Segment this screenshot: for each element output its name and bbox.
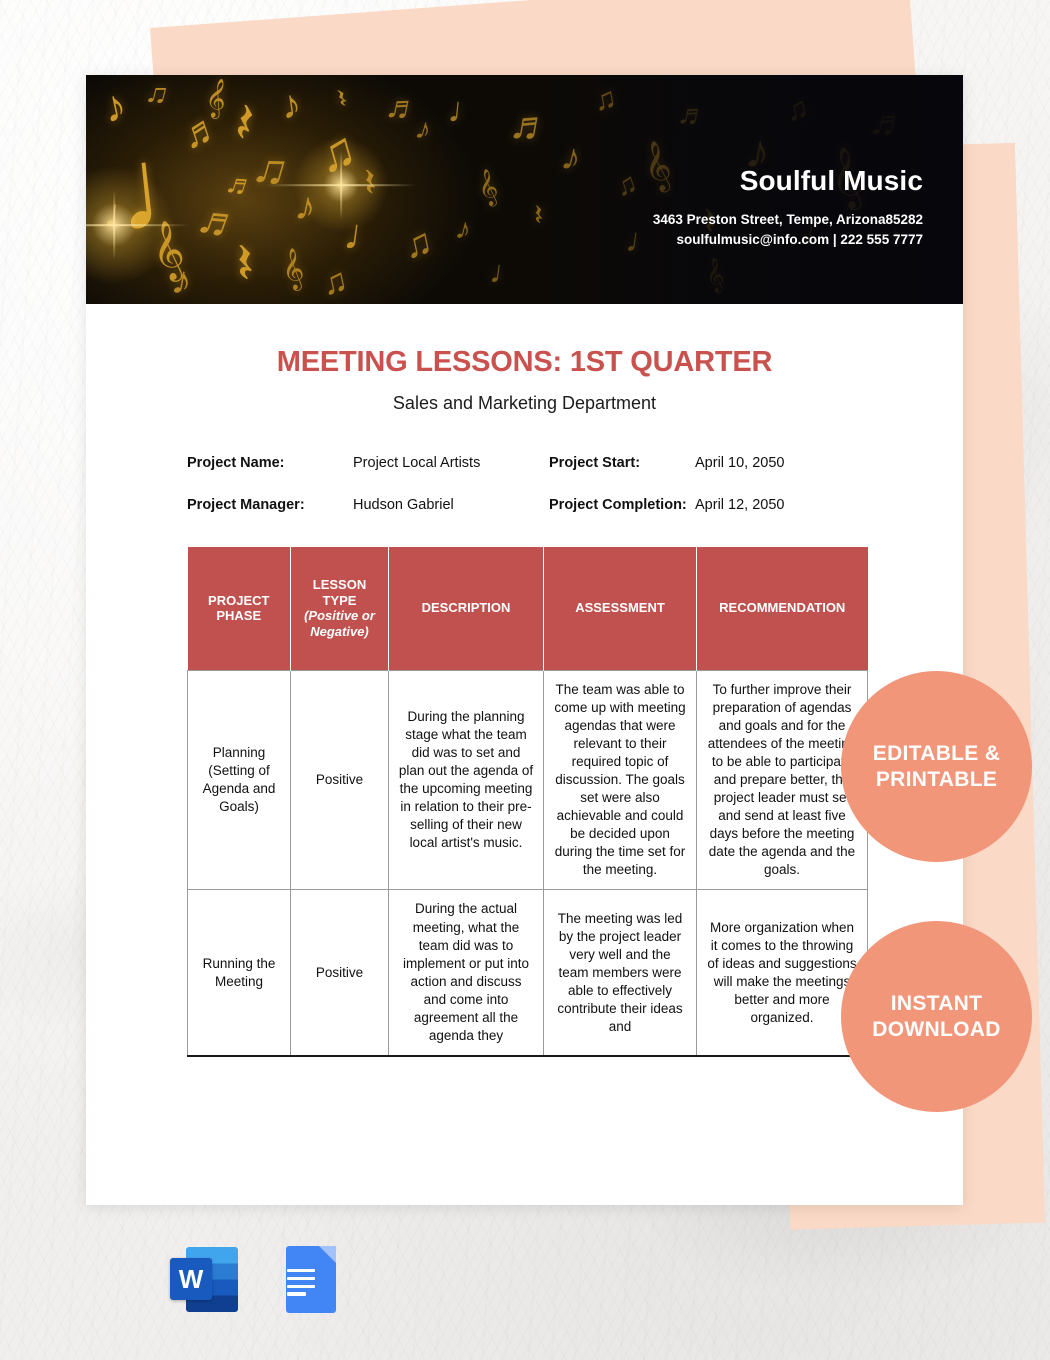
music-note-glyph: ♩ [487,252,525,294]
company-address: 3463 Preston Street, Tempe, Arizona85282 [652,212,923,227]
music-note-glyph: ♩ [101,191,147,239]
column-header-label: LESSON TYPE [312,576,367,608]
lessons-learned-table: PROJECT PHASE LESSON TYPE (Positive or N… [187,547,868,1058]
gdocs-text-lines [287,1269,315,1300]
column-header-label: ASSESSMENT [575,600,665,616]
table-header-row: PROJECT PHASE LESSON TYPE (Positive or N… [187,547,868,671]
project-manager-label: Project Manager: [187,496,305,513]
file-format-icons: W [168,1244,346,1314]
music-note-glyph: ♫ [399,220,437,268]
music-note-glyph: ♪ [99,80,131,133]
music-note-glyph: 𝄽 [230,89,259,156]
company-name: Soulful Music [739,165,923,196]
project-name-label: Project Name: [187,455,285,471]
badge-label: EDITABLE & PRINTABLE [872,741,1001,791]
document-page: ♪♫♩𝄞♬𝄽♪♫♩𝄞♬𝄽♪♫♩𝄞♬𝄽♪♫♩𝄞♬𝄽♪♫♩𝄞♬𝄽♪♫♩𝄞♬𝄽♪♫♩𝄞… [86,75,963,1205]
company-contact: soulfulmusic@info.com | 222 555 7777 [676,231,923,247]
project-meta-grid: Project Name: Project Local Artists Proj… [187,454,877,515]
music-note-glyph: ♫ [142,75,173,113]
cell-lesson-type: Positive [290,669,389,891]
project-start-value: April 10, 2050 [695,455,785,471]
editable-printable-badge[interactable]: EDITABLE & PRINTABLE [841,671,1032,862]
music-note-glyph: 𝄞 [473,167,501,207]
project-completion-value: April 12, 2050 [695,496,785,513]
music-note-glyph: ♩ [446,88,487,133]
page-subtitle: Sales and Marketing Department [392,393,657,413]
project-manager-value: Hudson Gabriel [353,496,454,513]
music-note-glyph: 𝄽 [360,160,380,206]
music-note-glyph: 𝄽 [232,230,258,297]
column-header-project-phase: PROJECT PHASE [187,547,291,671]
table-row: Planning (Setting of Agenda and Goals) P… [187,669,868,891]
column-header-label: RECOMMENDATION [719,600,846,616]
column-header-lesson-type: LESSON TYPE (Positive or Negative) [290,547,389,671]
table-row: Running the Meeting Positive During the … [187,889,868,1058]
column-header-description: DESCRIPTION [388,547,544,671]
cell-description: During the actual meeting, what the team… [388,889,544,1058]
music-note-glyph: 𝄞 [278,246,307,291]
music-note-glyph: ♪ [278,81,304,129]
gdocs-corner-fold [319,1246,336,1263]
music-note-glyph: ♪ [291,183,321,231]
music-note-glyph: ♩ [340,209,392,264]
column-header-recommendation: RECOMMENDATION [696,547,868,671]
document-body: MEETING LESSONS: 1ST QUARTER Sales and M… [86,304,963,1058]
company-identity-block: Soulful Music 3463 Preston Street, Tempe… [653,165,923,249]
column-header-sublabel: (Positive or Negative) [304,608,375,640]
word-letter-tile: W [170,1258,212,1300]
cell-description: During the planning stage what the team … [388,669,544,891]
cell-assessment: The meeting was led by the project leade… [543,889,697,1058]
project-start-label: Project Start: [549,455,641,471]
project-name-value: Project Local Artists [353,455,481,471]
cell-project-phase: Planning (Setting of Agenda and Goals) [187,669,291,891]
instant-download-badge[interactable]: INSTANT DOWNLOAD [841,921,1032,1112]
column-header-label: PROJECT PHASE [208,592,270,624]
cell-project-phase: Running the Meeting [187,889,291,1058]
column-header-assessment: ASSESSMENT [543,547,697,671]
music-note-glyph: ♫ [318,260,352,304]
letterhead-banner: ♪♫♩𝄞♬𝄽♪♫♩𝄞♬𝄽♪♫♩𝄞♬𝄽♪♫♩𝄞♬𝄽♪♫♩𝄞♬𝄽♪♫♩𝄞♬𝄽♪♫♩𝄞… [86,75,963,304]
music-note-glyph: 𝄽 [332,82,352,115]
google-docs-icon[interactable] [276,1244,346,1314]
badge-label: INSTANT DOWNLOAD [872,991,1001,1041]
music-note-glyph: ♪ [452,211,475,248]
microsoft-word-icon[interactable]: W [168,1244,238,1314]
cell-assessment: The team was able to come up with meetin… [543,669,697,891]
column-header-label: DESCRIPTION [421,600,511,616]
cell-lesson-type: Positive [290,889,389,1058]
project-completion-label: Project Completion: [549,496,687,513]
music-note-glyph: ♫ [311,119,363,185]
page-title: MEETING LESSONS: 1ST QUARTER [276,346,773,378]
